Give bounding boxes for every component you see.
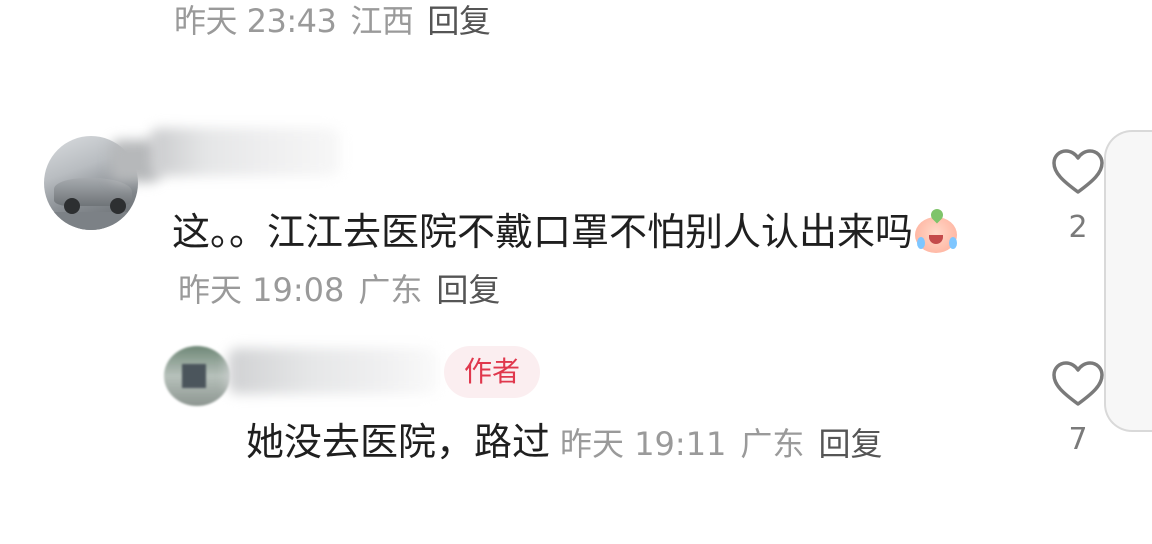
reply-button[interactable]: 回复: [436, 271, 500, 309]
comment-time: 昨天 23:43: [174, 2, 337, 40]
heart-icon: [1052, 361, 1104, 406]
comment-time: 昨天 19:08: [178, 271, 345, 309]
comment-location: 广东: [358, 271, 423, 309]
reply-body[interactable]: 她没去医院，路过 昨天 19:11 广东 回复: [246, 414, 896, 472]
reply-button[interactable]: 回复: [818, 425, 882, 463]
like-count: 2: [1068, 210, 1088, 245]
reply-time: 昨天 19:11: [560, 425, 727, 463]
reply-button[interactable]: 回复: [427, 2, 491, 40]
author-badge: 作者: [444, 346, 540, 398]
comment-text: 这。。江江去医院不戴口罩不怕别人认出来吗: [172, 210, 914, 254]
blurred-username[interactable]: [228, 348, 438, 394]
comments-panel: 昨天 23:43 江西 回复 这。。江江去医院不戴口罩不怕别人认出来吗 昨天 19:…: [0, 0, 1152, 544]
crying-face-emoji-icon: [913, 206, 959, 253]
comment-location: 江西: [350, 2, 414, 40]
avatar[interactable]: [164, 346, 230, 406]
like-count: 7: [1068, 422, 1088, 457]
reply-text: 她没去医院，路过: [246, 420, 551, 464]
reply-location: 广东: [740, 425, 805, 463]
comment-meta: 昨天 19:08 广东 回复: [178, 262, 514, 318]
reply-meta: 昨天 19:11 广东 回复: [560, 416, 896, 472]
like-button[interactable]: 2: [1050, 148, 1106, 245]
like-button[interactable]: 7: [1050, 360, 1106, 457]
side-panel-handle[interactable]: [1104, 130, 1152, 432]
prev-comment-meta: 昨天 23:43 江西 回复: [174, 0, 504, 42]
blurred-username[interactable]: [150, 128, 340, 176]
heart-icon: [1052, 149, 1104, 194]
comment-body[interactable]: 这。。江江去医院不戴口罩不怕别人认出来吗 昨天 19:08 广东 回复: [172, 204, 992, 318]
